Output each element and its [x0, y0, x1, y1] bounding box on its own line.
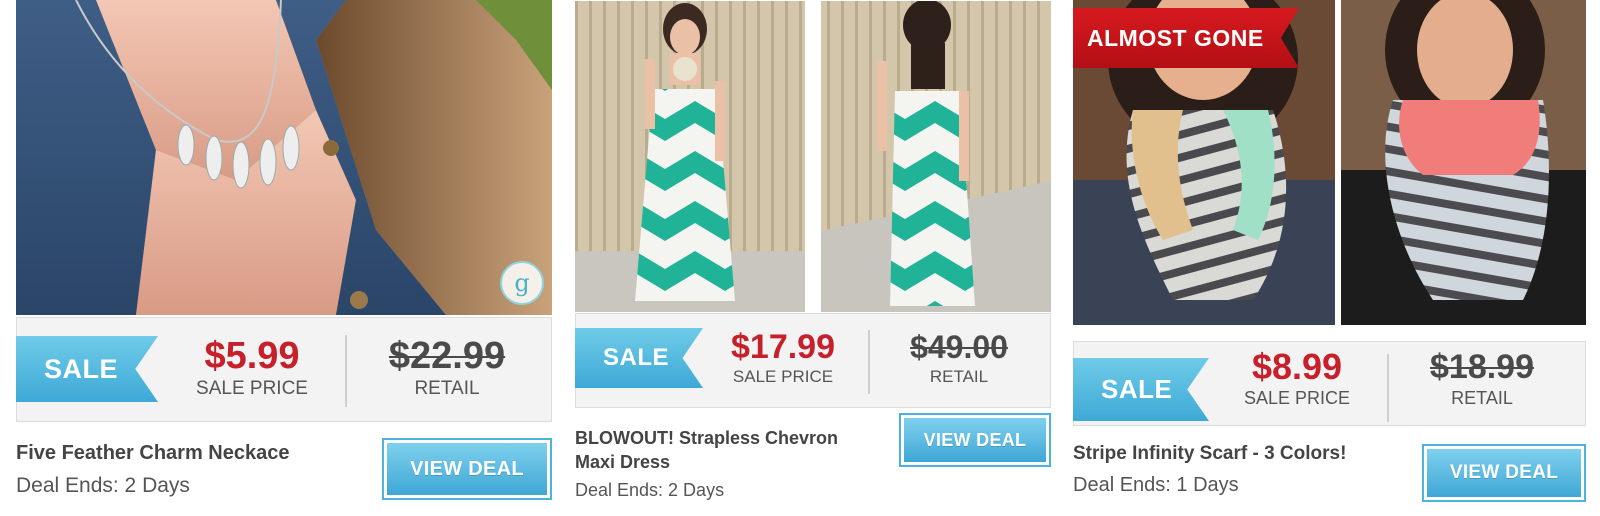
- product-photo-scarf[interactable]: ALMOST GONE: [1073, 0, 1586, 325]
- sale-badge: SALE: [575, 328, 703, 388]
- product-photo-necklace[interactable]: g: [16, 0, 552, 315]
- sale-price-amount: $17.99: [731, 328, 835, 366]
- necklace-image: [16, 0, 552, 315]
- deal-ends: Deal Ends: 1 Days: [1073, 474, 1239, 496]
- retail-price-label: RETAIL: [929, 367, 989, 386]
- brand-logo-icon: g: [500, 261, 544, 305]
- price-box: SALE $17.99 SALE PRICE $49.00 RETAIL: [575, 313, 1051, 408]
- retail-price: $22.99 RETAIL: [387, 336, 507, 400]
- retail-price: $18.99 RETAIL: [1414, 348, 1550, 409]
- view-deal-label: VIEW DEAL: [387, 443, 547, 495]
- deal-footer: Five Feather Charm Neckace Deal Ends: 2 …: [16, 422, 552, 512]
- sale-price-amount: $8.99: [1251, 346, 1343, 387]
- sale-badge: SALE: [16, 336, 158, 402]
- deal-title[interactable]: Five Feather Charm Neckace: [16, 442, 289, 465]
- price-box: SALE $5.99 SALE PRICE $22.99 RETAIL: [16, 317, 552, 422]
- deal-ends: Deal Ends: 2 Days: [16, 474, 190, 497]
- view-deal-label: VIEW DEAL: [1427, 449, 1581, 497]
- sale-price-label: SALE PRICE: [196, 378, 308, 399]
- product-photo-dress[interactable]: [575, 1, 1051, 312]
- dress-image: [575, 1, 1051, 312]
- price-box: SALE $8.99 SALE PRICE $18.99 RETAIL: [1073, 341, 1586, 426]
- retail-price-label: RETAIL: [1451, 388, 1513, 408]
- retail-price-amount: $18.99: [1430, 348, 1534, 386]
- deal-card-scarf: ALMOST GONE SALE $8.99 SALE PRICE $18.99…: [1073, 0, 1586, 516]
- retail-price-amount: $22.99: [388, 335, 506, 377]
- view-deal-label: VIEW DEAL: [904, 418, 1046, 462]
- deal-title[interactable]: BLOWOUT! Strapless Chevron Maxi Dress: [575, 426, 875, 474]
- retail-price-label: RETAIL: [414, 378, 480, 399]
- price-divider: [345, 335, 347, 407]
- deal-card-necklace: g SALE $5.99 SALE PRICE $22.99 RETAIL Fi…: [16, 0, 552, 512]
- retail-price: $49.00 RETAIL: [894, 329, 1024, 387]
- deal-card-dress: SALE $17.99 SALE PRICE $49.00 RETAIL BLO…: [575, 0, 1051, 508]
- view-deal-button[interactable]: VIEW DEAL: [899, 413, 1051, 467]
- deal-title[interactable]: Stripe Infinity Scarf - 3 Colors!: [1073, 443, 1346, 465]
- deal-ends: Deal Ends: 2 Days: [575, 480, 725, 500]
- view-deal-button[interactable]: VIEW DEAL: [1422, 444, 1586, 502]
- deal-footer: BLOWOUT! Strapless Chevron Maxi Dress De…: [575, 408, 1051, 508]
- price-divider: [868, 330, 870, 394]
- sale-badge: SALE: [1073, 358, 1209, 421]
- sale-price: $8.99 SALE PRICE: [1229, 348, 1365, 409]
- deal-footer: Stripe Infinity Scarf - 3 Colors! Deal E…: [1073, 426, 1586, 516]
- sale-price-label: SALE PRICE: [1243, 388, 1351, 408]
- view-deal-button[interactable]: VIEW DEAL: [382, 438, 552, 500]
- sale-price: $17.99 SALE PRICE: [718, 329, 848, 387]
- almost-gone-badge: ALMOST GONE: [1073, 8, 1299, 68]
- retail-price-amount: $49.00: [910, 329, 1008, 365]
- sale-price: $5.99 SALE PRICE: [187, 336, 317, 400]
- price-divider: [1387, 354, 1389, 422]
- sale-price-amount: $5.99: [204, 335, 300, 377]
- sale-price-label: SALE PRICE: [732, 367, 834, 386]
